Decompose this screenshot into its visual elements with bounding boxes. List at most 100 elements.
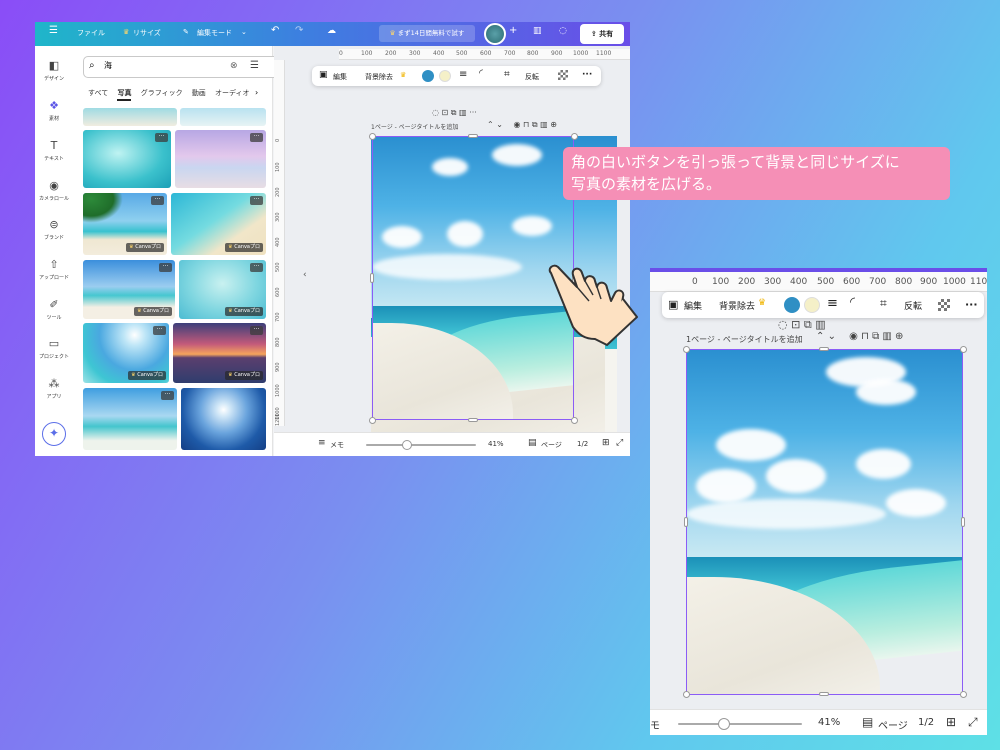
nav-elements[interactable]: ❖素材	[35, 100, 73, 122]
more-icon[interactable]: ···	[250, 196, 263, 205]
eye-icon[interactable]: ◉	[514, 120, 521, 129]
fullscreen-icon[interactable]: ⤢	[968, 715, 978, 730]
notes-button[interactable]: モ	[650, 717, 660, 732]
resize-handle-bottom-left[interactable]	[683, 691, 690, 698]
more-icon[interactable]: ···	[250, 263, 263, 272]
photo-thumb[interactable]	[83, 108, 177, 126]
search-input[interactable]	[104, 61, 224, 70]
resize-handle-top-left[interactable]	[683, 346, 690, 353]
magic-sparkle-button[interactable]: ✦	[42, 422, 66, 446]
analytics-icon[interactable]: ▥	[533, 26, 542, 36]
clear-icon[interactable]: ⊗	[230, 61, 238, 71]
more-icon[interactable]: ···	[151, 196, 164, 205]
edit-button[interactable]: 編集	[684, 299, 702, 312]
photo-thumb[interactable]: ···♛ Canvaプロ	[83, 193, 167, 255]
pages-button[interactable]: ページ	[878, 717, 908, 732]
resize-handle-left[interactable]	[370, 273, 374, 283]
tab-audio[interactable]: オーディオ	[215, 89, 250, 97]
collapse-panel-icon[interactable]: ‹	[303, 270, 307, 280]
more-icon[interactable]: ···	[161, 391, 174, 400]
edit-button[interactable]: 編集	[333, 72, 347, 82]
resize-handle-right[interactable]	[961, 517, 965, 527]
grid-view-icon[interactable]: ⊞	[946, 715, 956, 729]
more-icon[interactable]: ···	[250, 133, 263, 142]
delete-icon[interactable]: ▥	[459, 108, 467, 117]
more-icon[interactable]: ···	[965, 298, 978, 311]
photo-thumb[interactable]: ···♛ Canvaプロ	[83, 323, 169, 383]
text-box-icon[interactable]: ⊡	[791, 318, 800, 331]
photo-thumb[interactable]: ···	[83, 388, 177, 450]
lock-icon[interactable]: ⊓	[523, 120, 529, 129]
resize-handle-left[interactable]	[684, 517, 688, 527]
eye-icon[interactable]: ◉	[849, 331, 858, 342]
page-title[interactable]: 1ページ - ページタイトルを追加	[371, 122, 458, 131]
zoom-slider[interactable]	[678, 723, 802, 725]
more-icon[interactable]: ···	[153, 326, 166, 335]
comment-icon[interactable]: ◌	[432, 108, 439, 117]
color-swatch-blue[interactable]	[422, 70, 434, 82]
search-box[interactable]: ⌕ ⊗ ☰	[83, 56, 301, 78]
photo-thumb[interactable]: ···	[175, 130, 266, 188]
nav-tools[interactable]: ✐ツール	[35, 299, 73, 321]
bg-remove-button[interactable]: 背景除去	[719, 299, 755, 312]
delete-icon[interactable]: ▥	[540, 120, 548, 129]
more-icon[interactable]: ···	[469, 108, 477, 117]
color-swatch-cream[interactable]	[804, 297, 820, 313]
transparency-icon[interactable]	[938, 299, 950, 311]
resize-handle-top-right[interactable]	[960, 346, 967, 353]
color-swatch-cream[interactable]	[439, 70, 451, 82]
resize-handle-top[interactable]	[468, 134, 478, 138]
tab-photos[interactable]: 写真	[117, 89, 131, 101]
chevron-right-icon[interactable]: ›	[255, 88, 258, 97]
trial-button[interactable]: ♛ まず14日間無料で試す	[379, 25, 475, 42]
zoom-slider-knob[interactable]	[718, 718, 730, 730]
resize-handle-top[interactable]	[819, 347, 829, 351]
duplicate-icon[interactable]: ⧉	[804, 318, 812, 331]
resize-handle-bottom-right[interactable]	[571, 417, 578, 424]
add-page-icon[interactable]: ⊕	[895, 331, 903, 342]
grid-view-icon[interactable]: ⊞	[602, 438, 610, 448]
nav-upload[interactable]: ⇧アップロード	[35, 259, 73, 281]
border-style-icon[interactable]: ≡	[827, 296, 838, 311]
transparency-icon[interactable]	[558, 70, 568, 80]
delete-icon[interactable]: ▥	[815, 318, 825, 331]
crop-icon[interactable]: ⌗	[880, 296, 887, 311]
filter-icon[interactable]: ☰	[250, 60, 259, 71]
flip-button[interactable]: 反転	[525, 72, 539, 82]
corner-radius-icon[interactable]: ◜	[479, 68, 483, 79]
zoom-slider-knob[interactable]	[402, 440, 412, 450]
avatar[interactable]	[484, 23, 506, 45]
nav-camera-roll[interactable]: ◉カメラロール	[35, 180, 73, 202]
chevron-down-icon[interactable]: ⌄	[828, 331, 836, 342]
resize-handle-top-left[interactable]	[369, 133, 376, 140]
comment-icon[interactable]: ◌	[778, 318, 788, 331]
more-icon[interactable]: ···	[155, 133, 168, 142]
corner-radius-icon[interactable]: ◜	[850, 295, 855, 310]
edit-mode-menu[interactable]: 編集モード	[197, 28, 232, 38]
nav-brand[interactable]: ⊜ブランド	[35, 219, 73, 241]
resize-handle-bottom[interactable]	[468, 418, 478, 422]
more-icon[interactable]: ···	[159, 263, 172, 272]
photo-thumb[interactable]	[181, 388, 266, 450]
duplicate-icon[interactable]: ⧉	[451, 108, 457, 117]
border-style-icon[interactable]: ≡	[459, 69, 467, 80]
share-button[interactable]: ⇪ 共有	[580, 24, 624, 44]
bg-remove-button[interactable]: 背景除去	[365, 72, 393, 82]
text-box-icon[interactable]: ⊡	[442, 108, 449, 117]
page-title[interactable]: 1ページ - ページタイトルを追加	[686, 334, 803, 345]
zoom-level[interactable]: 41%	[488, 440, 504, 448]
nav-apps[interactable]: ⁂アプリ	[35, 378, 73, 400]
chevron-up-icon[interactable]: ⌃	[487, 120, 494, 129]
photo-thumb[interactable]: ···♛ Canvaプロ	[83, 260, 175, 319]
add-page-icon[interactable]: ⊕	[550, 120, 557, 129]
flip-button[interactable]: 反転	[904, 299, 922, 312]
nav-projects[interactable]: ▭プロジェクト	[35, 338, 73, 360]
zoom-level[interactable]: 41%	[818, 717, 840, 728]
resize-menu[interactable]: リサイズ	[133, 28, 161, 38]
color-swatch-blue[interactable]	[784, 297, 800, 313]
add-icon[interactable]: +	[509, 25, 517, 36]
resize-handle-bottom-left[interactable]	[369, 417, 376, 424]
hamburger-icon[interactable]: ☰	[49, 25, 58, 36]
tab-all[interactable]: すべて	[88, 89, 108, 97]
tab-videos[interactable]: 動画	[192, 89, 206, 97]
